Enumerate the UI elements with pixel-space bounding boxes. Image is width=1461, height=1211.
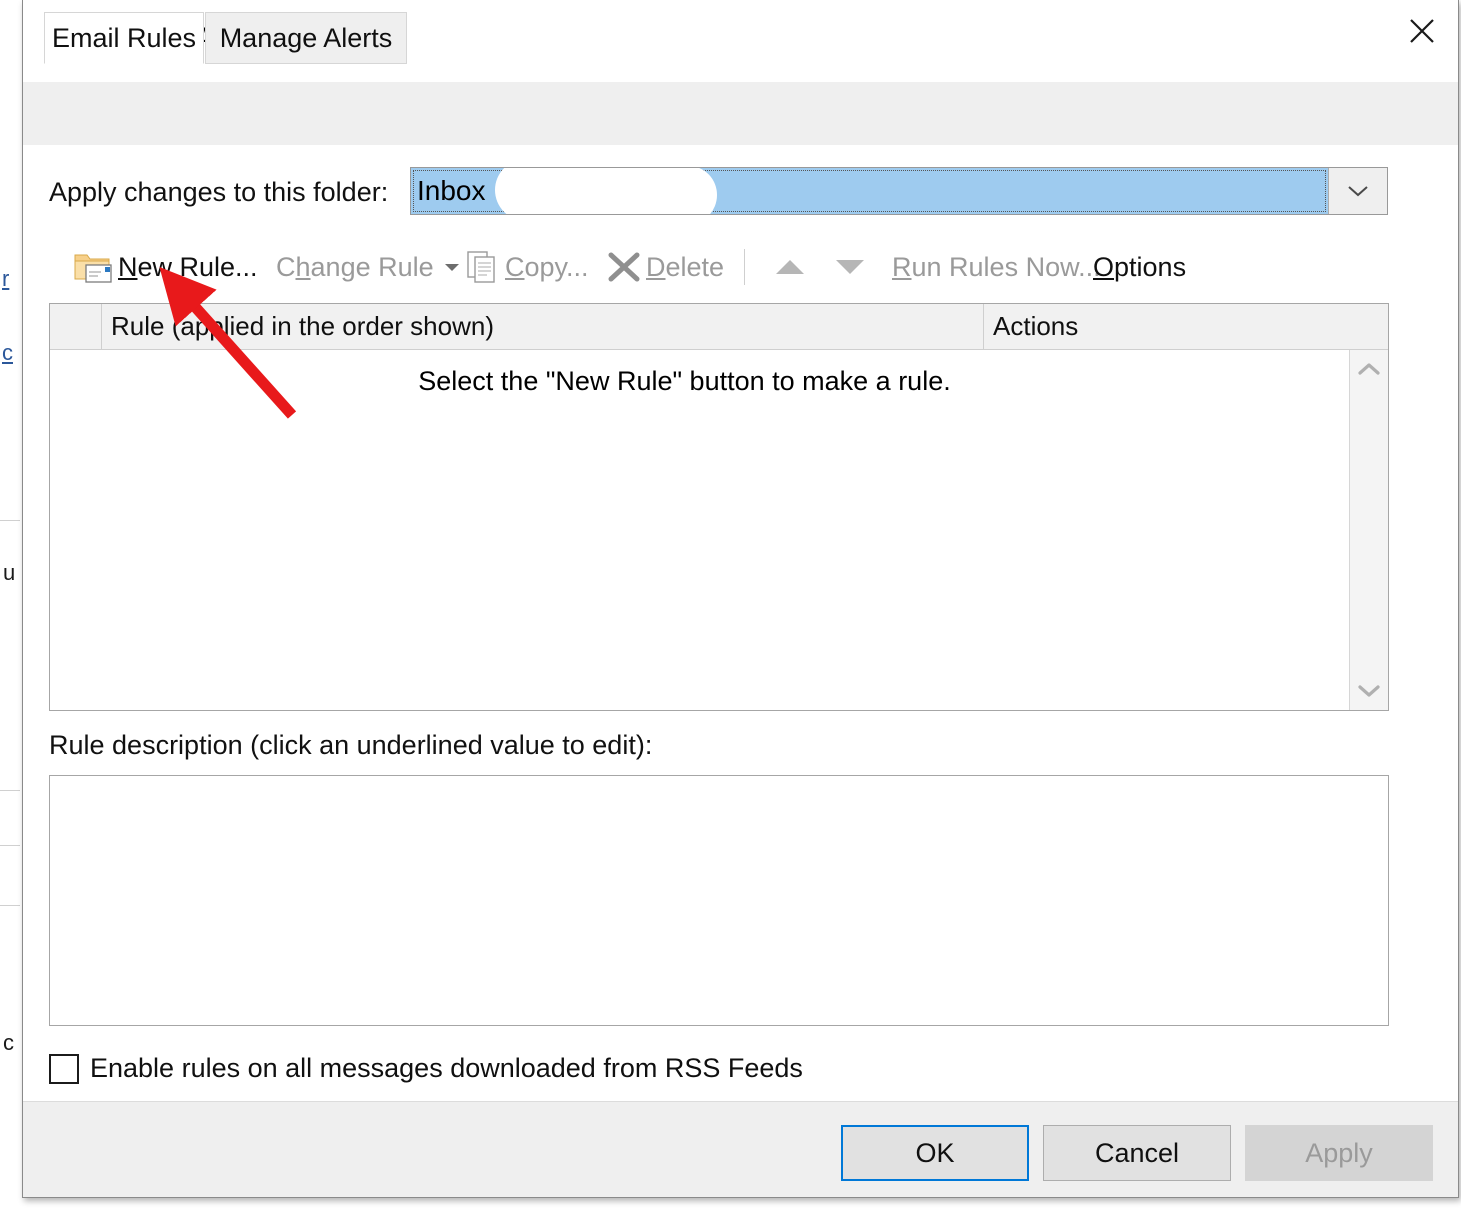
rule-description-box[interactable] <box>49 775 1389 1026</box>
background-link-fragment-2: c <box>2 340 13 366</box>
background-divider-1 <box>0 520 20 521</box>
delete-x-icon <box>607 251 641 283</box>
redaction-blob <box>661 168 717 214</box>
tab-email-rules-label: Email Rules <box>52 23 196 54</box>
run-rules-now-button[interactable]: Run Rules Now... <box>892 241 1101 293</box>
toolbar-separator <box>744 249 745 285</box>
rules-and-alerts-dialog: Rules and Alerts Email Rules Manage Aler… <box>22 0 1459 1198</box>
change-rule-button-label: Change Rule <box>276 252 434 283</box>
rules-list-empty-message: Select the "New Rule" button to make a r… <box>50 366 1349 397</box>
tab-email-rules[interactable]: Email Rules <box>44 12 204 64</box>
change-rule-button[interactable]: Change Rule <box>276 241 460 293</box>
triangle-down-icon <box>833 256 867 278</box>
folder-combobox-value: Inbox <box>417 175 486 207</box>
tabstrip <box>23 82 1458 146</box>
new-rule-button[interactable]: New Rule... <box>73 241 258 293</box>
background-link-fragment-1: r <box>2 266 9 292</box>
options-button[interactable]: Options <box>1093 241 1186 293</box>
chevron-down-icon[interactable] <box>1350 672 1388 710</box>
rules-list-scrollbar[interactable] <box>1349 350 1388 710</box>
email-rules-panel: Apply changes to this folder: Inbox <box>23 145 1458 1103</box>
delete-button[interactable]: Delete <box>607 241 724 293</box>
run-rules-now-button-label: Run Rules Now... <box>892 252 1101 283</box>
rss-rules-option[interactable]: Enable rules on all messages downloaded … <box>49 1053 803 1084</box>
ok-button-label: OK <box>915 1138 954 1169</box>
folder-combobox[interactable]: Inbox <box>410 167 1388 215</box>
rules-list-header: Rule (applied in the order shown) Action… <box>50 304 1388 350</box>
folder-combobox-dropdown-button[interactable] <box>1328 168 1387 214</box>
chevron-up-icon[interactable] <box>1350 350 1388 388</box>
apply-button-label: Apply <box>1305 1138 1373 1169</box>
column-header-rule[interactable]: Rule (applied in the order shown) <box>102 304 984 349</box>
move-down-button[interactable] <box>833 241 867 293</box>
column-header-checkbox[interactable] <box>50 304 102 349</box>
copy-button[interactable]: Copy... <box>466 241 589 293</box>
delete-button-label: Delete <box>646 252 724 283</box>
apply-changes-label: Apply changes to this folder: <box>49 177 388 208</box>
rule-description-label: Rule description (click an underlined va… <box>49 730 652 761</box>
dialog-footer: OK Cancel Apply <box>23 1101 1458 1197</box>
rules-toolbar: New Rule... Change Rule <box>23 241 1458 297</box>
background-window-fragment: r c u c <box>0 0 22 1211</box>
copy-button-label: Copy... <box>505 252 589 283</box>
background-divider-3 <box>0 845 20 846</box>
tab-manage-alerts-label: Manage Alerts <box>220 23 393 54</box>
background-divider-2 <box>0 790 20 791</box>
triangle-up-icon <box>773 256 807 278</box>
apply-button: Apply <box>1245 1125 1433 1181</box>
cancel-button-label: Cancel <box>1095 1138 1179 1169</box>
move-up-button[interactable] <box>773 241 807 293</box>
rules-list-canvas[interactable]: Select the "New Rule" button to make a r… <box>50 350 1349 710</box>
copy-documents-icon <box>466 250 500 284</box>
cancel-button[interactable]: Cancel <box>1043 1125 1231 1181</box>
rss-rules-checkbox[interactable] <box>49 1054 79 1084</box>
close-icon[interactable] <box>1386 0 1458 62</box>
column-header-actions[interactable]: Actions <box>984 304 1388 349</box>
new-rule-folder-mail-icon <box>73 249 113 285</box>
new-rule-button-label: New Rule... <box>118 252 258 283</box>
rss-rules-label: Enable rules on all messages downloaded … <box>90 1053 803 1084</box>
ok-button[interactable]: OK <box>841 1125 1029 1181</box>
background-divider-4 <box>0 905 20 906</box>
rules-list-body: Select the "New Rule" button to make a r… <box>50 350 1388 710</box>
options-button-label: Options <box>1093 252 1186 283</box>
rules-list: Rule (applied in the order shown) Action… <box>49 303 1389 711</box>
folder-combobox-field[interactable]: Inbox <box>411 168 1328 214</box>
background-glyph-fragment-1: u <box>3 560 15 586</box>
background-glyph-fragment-3: c <box>3 1030 14 1056</box>
tab-manage-alerts[interactable]: Manage Alerts <box>205 12 407 64</box>
chevron-down-icon <box>444 262 460 272</box>
